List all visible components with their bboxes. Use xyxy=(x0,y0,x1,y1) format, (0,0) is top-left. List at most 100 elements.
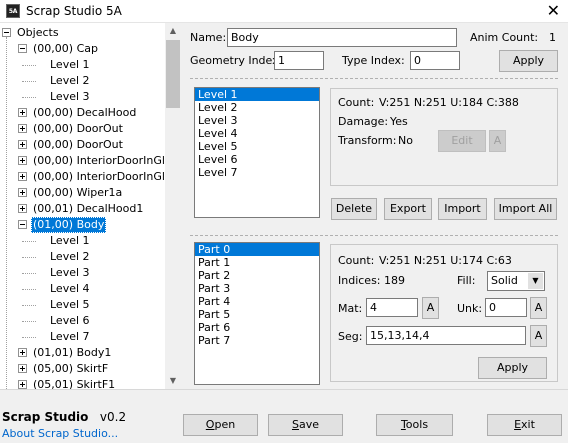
mat-label: Mat: xyxy=(338,302,363,315)
tree-scrollbar[interactable]: ▲ ▼ xyxy=(165,23,181,389)
part-apply-button[interactable]: Apply xyxy=(478,357,547,379)
tree-node-item[interactable]: (00,01) DecalHood1 xyxy=(0,201,180,217)
part-list-item[interactable]: Part 0 xyxy=(195,243,319,256)
part-list-item[interactable]: Part 5 xyxy=(195,308,319,321)
tree-guide-line xyxy=(6,37,7,389)
seg-a-button[interactable]: A xyxy=(530,325,547,347)
import-all-button[interactable]: Import All xyxy=(494,198,557,220)
expand-icon[interactable] xyxy=(18,348,27,357)
mat-a-button[interactable]: A xyxy=(422,297,439,319)
import-button[interactable]: Import xyxy=(438,198,487,220)
tree-leaf-item[interactable]: Level 1 xyxy=(0,233,180,249)
expand-icon[interactable] xyxy=(18,204,27,213)
expand-icon[interactable] xyxy=(18,188,27,197)
tree-leaf-item[interactable]: Level 1 xyxy=(0,57,180,73)
tools-button[interactable]: Tools xyxy=(376,414,453,436)
separator xyxy=(190,235,558,236)
level-list-item[interactable]: Level 2 xyxy=(195,101,319,114)
part-list-item[interactable]: Part 2 xyxy=(195,269,319,282)
tree-node-item[interactable]: (00,00) DoorOut xyxy=(0,137,180,153)
level-list-item[interactable]: Level 5 xyxy=(195,140,319,153)
level-a-button[interactable]: A xyxy=(489,130,506,152)
unk-field[interactable]: 0 xyxy=(485,298,527,317)
level-list-item[interactable]: Level 1 xyxy=(195,88,319,101)
expand-icon[interactable] xyxy=(18,364,27,373)
close-icon[interactable]: ✕ xyxy=(547,1,560,21)
part-list-item[interactable]: Part 1 xyxy=(195,256,319,269)
collapse-icon[interactable] xyxy=(18,220,27,229)
tree-node-item[interactable]: (01,00) Body xyxy=(0,217,180,233)
exit-button[interactable]: Exit xyxy=(487,414,562,436)
part-list-item[interactable]: Part 7 xyxy=(195,334,319,347)
part-list-item[interactable]: Part 3 xyxy=(195,282,319,295)
app-version: v0.2 xyxy=(99,410,127,424)
tree-leaf-item[interactable]: Level 6 xyxy=(0,313,180,329)
tree-node-item[interactable]: (00,00) DecalHood xyxy=(0,105,180,121)
object-tree[interactable]: Objects (00,00) Cap Level 1 Level 2 Level 3 (… xyxy=(0,23,181,389)
chevron-down-icon[interactable]: ▼ xyxy=(528,273,543,289)
type-index-label: Type Index: xyxy=(342,54,405,67)
tree-node-item[interactable]: (00,00) Cap xyxy=(0,41,180,57)
level-list-item[interactable]: Level 7 xyxy=(195,166,319,179)
expand-icon[interactable] xyxy=(18,124,27,133)
unk-a-button[interactable]: A xyxy=(530,297,547,319)
scroll-up-icon[interactable]: ▲ xyxy=(165,23,181,39)
delete-button[interactable]: Delete xyxy=(331,198,377,220)
tree-leaf-item[interactable]: Level 3 xyxy=(0,89,180,105)
part-count-label: Count: xyxy=(338,254,375,267)
expand-icon[interactable] xyxy=(18,156,27,165)
tree-item-label: (00,00) Cap xyxy=(33,42,98,55)
tree-connector xyxy=(22,241,36,242)
expand-icon[interactable] xyxy=(18,172,27,181)
indices-value: 189 xyxy=(384,274,405,287)
tree-connector xyxy=(22,81,36,82)
level-list-item[interactable]: Level 6 xyxy=(195,153,319,166)
scroll-down-icon[interactable]: ▼ xyxy=(165,373,181,389)
collapse-icon[interactable] xyxy=(2,28,11,37)
scroll-thumb[interactable] xyxy=(166,40,180,108)
name-field[interactable]: Body xyxy=(227,28,457,47)
tree-node-item[interactable]: (01,01) Body1 xyxy=(0,345,180,361)
expand-icon[interactable] xyxy=(18,140,27,149)
tree-item-label: Level 4 xyxy=(50,282,90,295)
tree-node-item[interactable]: (00,00) Wiper1a xyxy=(0,185,180,201)
tree-leaf-item[interactable]: Level 4 xyxy=(0,281,180,297)
tree-leaf-item[interactable]: Level 2 xyxy=(0,249,180,265)
levels-listbox[interactable]: Level 1 Level 2 Level 3 Level 4 Level 5 Level… xyxy=(194,87,320,218)
about-link[interactable]: About Scrap Studio... xyxy=(2,427,118,440)
tree-leaf-item[interactable]: Level 2 xyxy=(0,73,180,89)
fill-select[interactable]: Solid ▼ xyxy=(487,271,545,291)
part-list-item[interactable]: Part 4 xyxy=(195,295,319,308)
tree-leaf-item[interactable]: Level 7 xyxy=(0,329,180,345)
geometry-index-field[interactable]: 1 xyxy=(274,51,324,70)
level-list-item[interactable]: Level 3 xyxy=(195,114,319,127)
export-button[interactable]: Export xyxy=(384,198,432,220)
tree-leaf-item[interactable]: Level 3 xyxy=(0,265,180,281)
tree-node-item[interactable]: (05,01) SkirtF1 xyxy=(0,377,180,389)
header-apply-button[interactable]: Apply xyxy=(499,50,558,72)
tree-node-item[interactable]: (00,00) DoorOut xyxy=(0,121,180,137)
open-button[interactable]: Open xyxy=(183,414,258,436)
seg-field[interactable]: 15,13,14,4 xyxy=(366,326,526,345)
tree-node-item[interactable]: Objects xyxy=(0,25,180,41)
mat-field[interactable]: 4 xyxy=(366,298,418,317)
tree-leaf-item[interactable]: Level 5 xyxy=(0,297,180,313)
app-icon: 5A xyxy=(6,4,20,18)
tree-item-label: Level 6 xyxy=(50,314,90,327)
tree-item-label: Level 1 xyxy=(50,58,90,71)
parts-listbox[interactable]: Part 0 Part 1 Part 2 Part 3 Part 4 Part 5 Part… xyxy=(194,242,320,385)
tree-connector xyxy=(22,257,36,258)
expand-icon[interactable] xyxy=(18,380,27,389)
tree-node-item[interactable]: (00,00) InteriorDoorInGlass xyxy=(0,169,180,185)
collapse-icon[interactable] xyxy=(18,44,27,53)
expand-icon[interactable] xyxy=(18,108,27,117)
part-list-item[interactable]: Part 6 xyxy=(195,321,319,334)
save-button[interactable]: Save xyxy=(268,414,343,436)
tree-node-item[interactable]: (00,00) InteriorDoorInGlass xyxy=(0,153,180,169)
edit-button[interactable]: Edit xyxy=(438,130,486,152)
type-index-field[interactable]: 0 xyxy=(410,51,460,70)
transform-value: No xyxy=(398,134,413,147)
tree-node-item[interactable]: (05,00) SkirtF xyxy=(0,361,180,377)
name-label: Name: xyxy=(190,31,227,44)
level-list-item[interactable]: Level 4 xyxy=(195,127,319,140)
